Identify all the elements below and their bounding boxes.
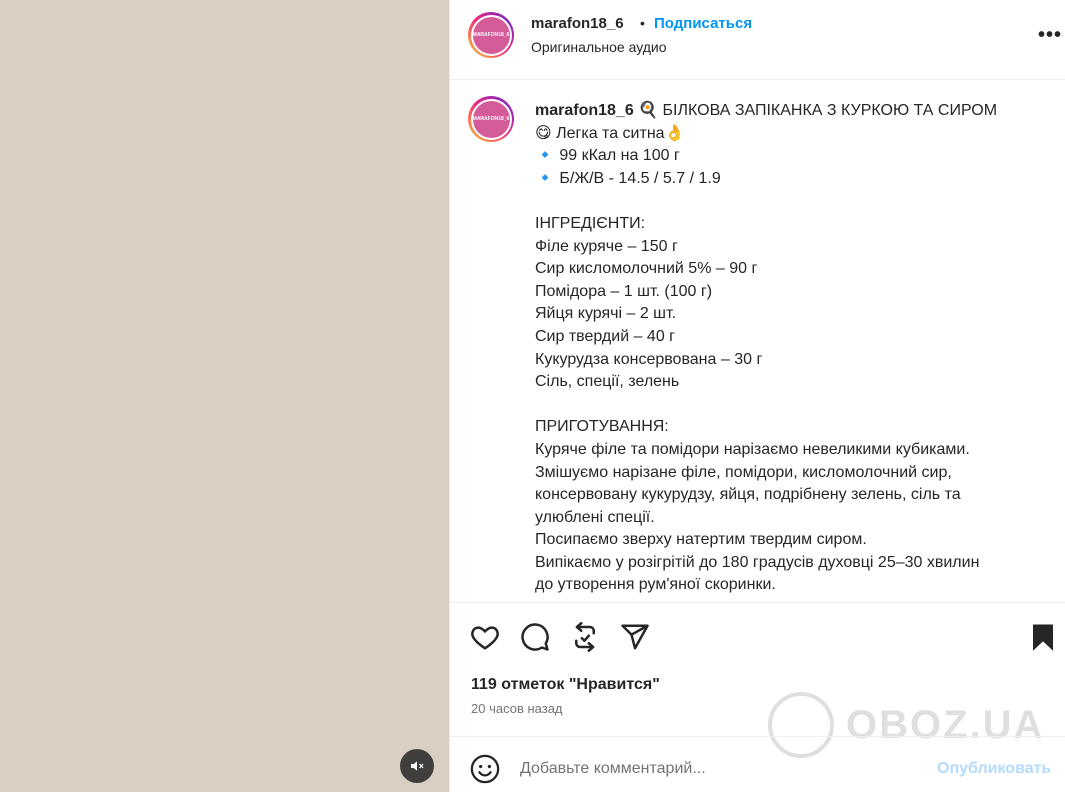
more-options-button[interactable]: •••: [1038, 25, 1062, 45]
post-panel: MARAFON18_6 marafon18_6 • Подписаться Ор…: [449, 0, 1065, 792]
caption-line: Філе куряче – 150 г: [535, 237, 678, 255]
heart-icon[interactable]: [470, 622, 500, 652]
avatar-ring: MARAFON18_6: [470, 14, 512, 56]
caption-line: Сир кисломолочний 5% – 90 г: [535, 260, 758, 278]
avatar-image: MARAFON18_6: [472, 16, 510, 54]
action-bar: [450, 618, 1065, 658]
publish-button[interactable]: Опубликовать: [937, 760, 1051, 778]
share-icon[interactable]: [620, 622, 650, 652]
comment-icon[interactable]: [520, 622, 550, 652]
caption-line: ПРИГОТУВАННЯ:: [535, 418, 669, 436]
post-header: MARAFON18_6 marafon18_6 • Подписаться Ор…: [450, 0, 1065, 80]
likes-count[interactable]: 119 отметок "Нравится": [471, 676, 660, 694]
audio-link[interactable]: Оригинальное аудио: [531, 39, 667, 55]
avatar-image: MARAFON18_6: [472, 100, 510, 138]
caption-line: 🔹 99 кКал на 100 г: [535, 147, 680, 165]
follow-button[interactable]: Подписаться: [654, 15, 752, 32]
bookmark-icon[interactable]: [1028, 622, 1058, 652]
caption-line: 🍳 БІЛКОВА ЗАПІКАНКА З КУРКОЮ ТА СИРОМ: [638, 102, 998, 119]
post-timestamp[interactable]: 20 часов назад: [471, 701, 563, 716]
caption-line: консервовану кукурудзу, яйця, подрібнену…: [535, 486, 961, 504]
post-media[interactable]: [0, 0, 449, 792]
comment-bar: Опубликовать: [450, 736, 1065, 792]
food-photo: [0, 0, 449, 792]
caption-line: Кукурудза консервована – 30 г: [535, 350, 763, 368]
mute-button[interactable]: [400, 749, 434, 783]
separator-dot: •: [640, 15, 645, 31]
caption-line: ІНГРЕДІЄНТИ:: [535, 214, 646, 232]
caption-line: Випікаємо у розігрітій до 180 градусів д…: [535, 553, 980, 571]
caption-line: до утворення рум'яної скоринки.: [535, 576, 776, 594]
caption-line: улюблені спеції.: [535, 508, 655, 526]
caption-line: Куряче філе та помідори нарізаємо невели…: [535, 440, 970, 458]
caption-avatar[interactable]: MARAFON18_6: [468, 96, 514, 142]
caption-text: marafon18_6 🍳 БІЛКОВА ЗАПІКАНКА З КУРКОЮ…: [535, 100, 1035, 597]
avatar[interactable]: MARAFON18_6: [468, 12, 514, 58]
username-link[interactable]: marafon18_6: [531, 15, 624, 32]
caption-line: Помідора – 1 шт. (100 г): [535, 282, 713, 300]
caption-line: Яйця курячі – 2 шт.: [535, 305, 677, 323]
caption-line: Посипаємо зверху натертим твердим сиром.: [535, 531, 867, 549]
caption-section: MARAFON18_6 marafon18_6 🍳 БІЛКОВА ЗАПІКА…: [450, 81, 1065, 601]
caption-line: 🔹 Б/Ж/В - 14.5 / 5.7 / 1.9: [535, 169, 721, 187]
avatar-ring: MARAFON18_6: [470, 98, 512, 140]
comment-input[interactable]: [520, 757, 920, 781]
volume-muted-icon: [411, 761, 424, 771]
caption-line: Сіль, спеції, зелень: [535, 373, 680, 391]
divider: [450, 602, 1065, 603]
repost-icon[interactable]: [570, 622, 600, 652]
caption-line: Сир твердий – 40 г: [535, 327, 675, 345]
caption-username[interactable]: marafon18_6: [535, 102, 634, 119]
emoji-icon[interactable]: [470, 754, 500, 784]
caption-line: 😋 Легка та ситна👌: [535, 124, 685, 142]
caption-line: Змішуємо нарізане філе, помідори, кислом…: [535, 463, 952, 481]
